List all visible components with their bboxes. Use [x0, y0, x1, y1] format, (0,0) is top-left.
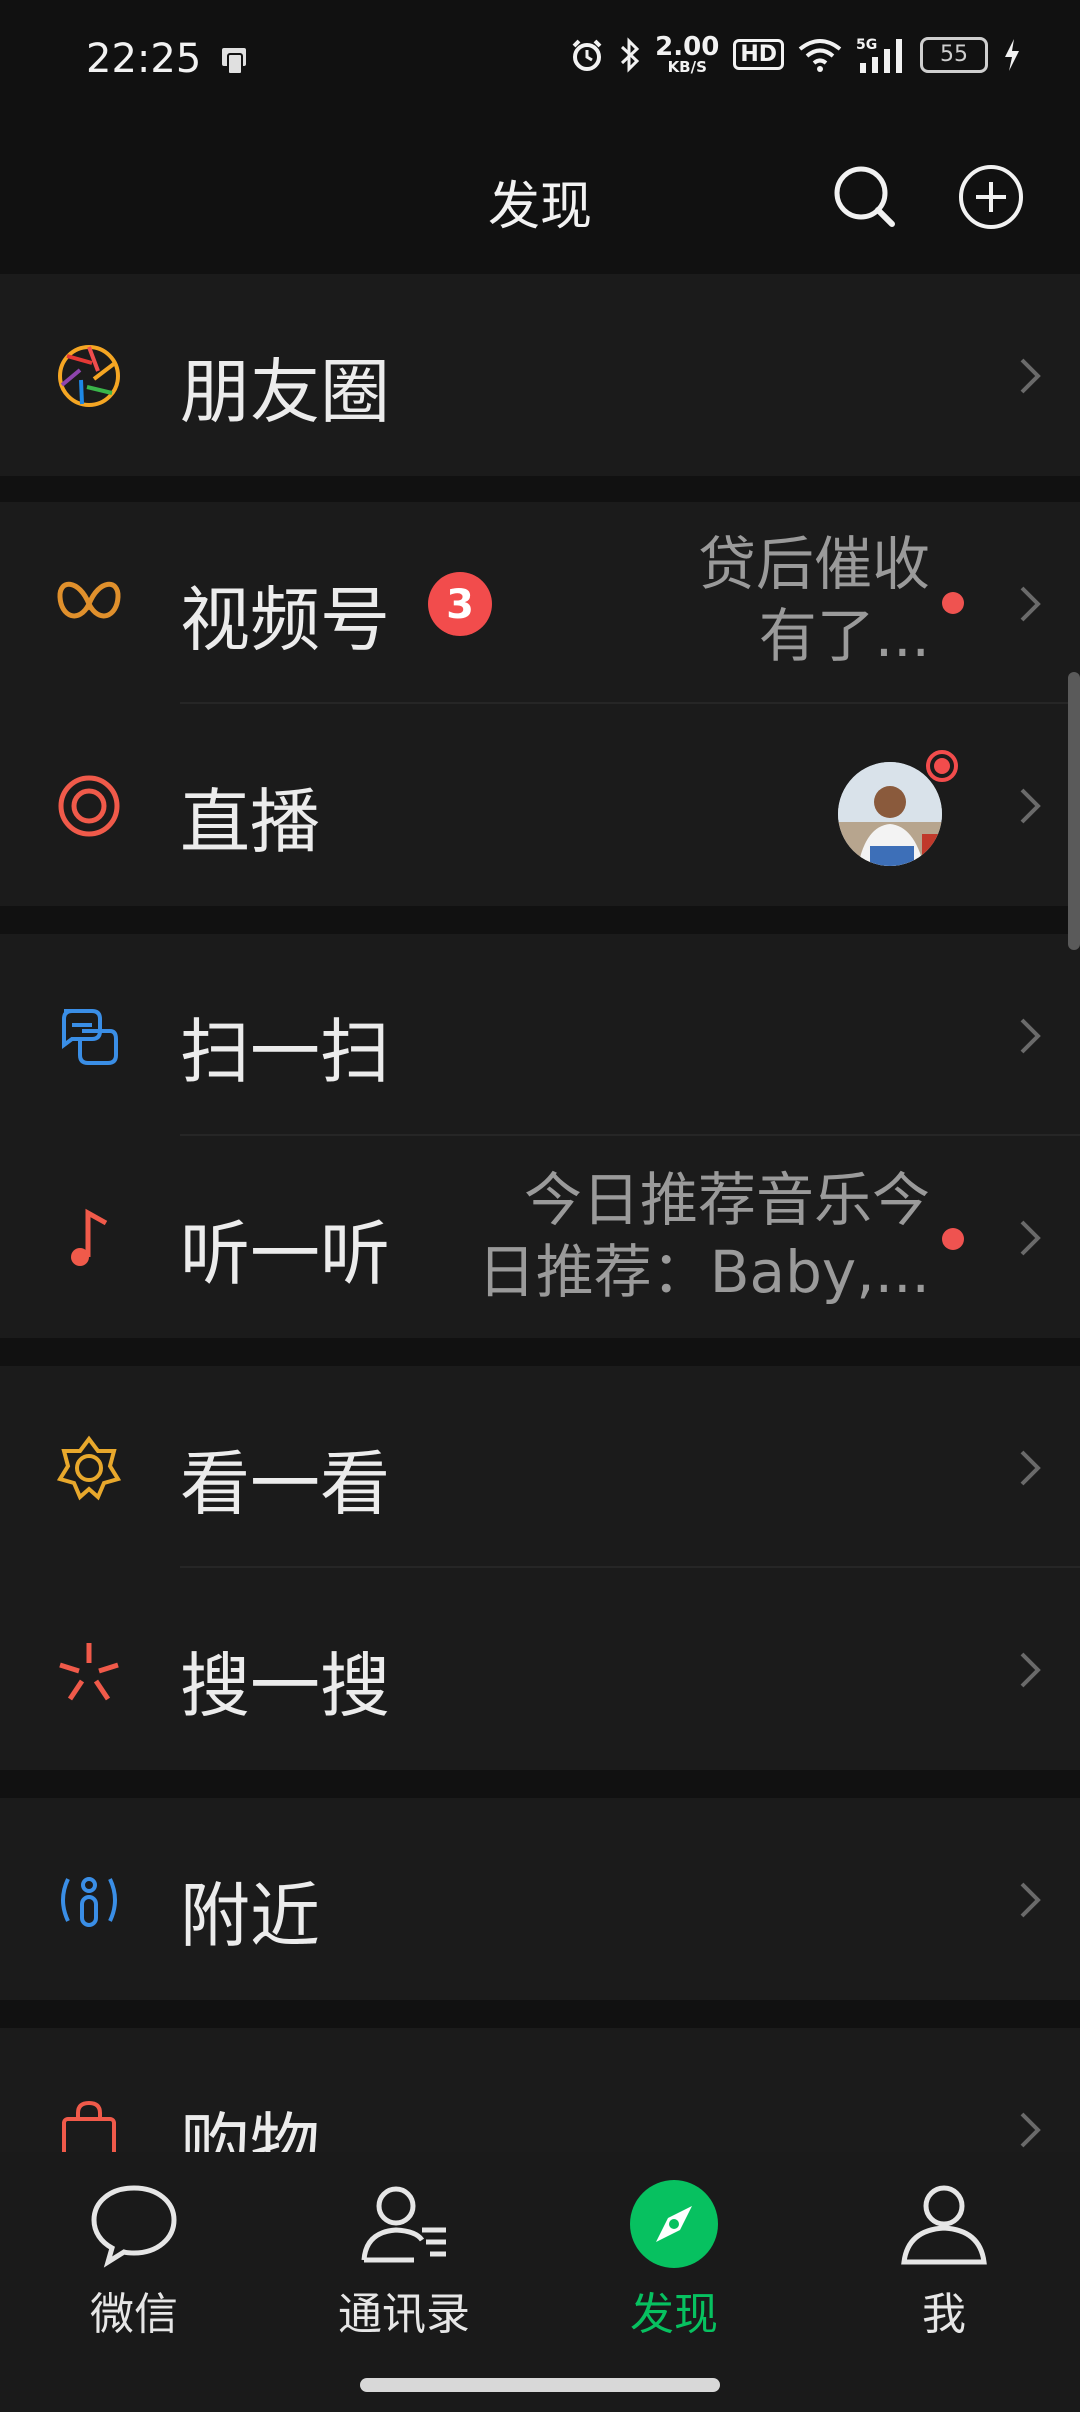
wifi-icon — [798, 38, 842, 72]
chevron-right-icon — [1020, 358, 1041, 394]
home-indicator[interactable] — [360, 2378, 720, 2392]
chevron-right-icon — [1020, 586, 1041, 622]
chevron-right-icon — [1020, 1018, 1041, 1054]
nearby-label: 附近 — [180, 1875, 320, 1957]
listen-row[interactable]: 听一听 今日推荐音乐今 日推荐：Baby,... — [0, 1136, 1080, 1338]
cellular-signal-icon: 5G — [856, 37, 902, 73]
live-icon — [58, 775, 120, 837]
live-row[interactable]: 直播 — [0, 704, 1080, 906]
person-icon — [901, 2185, 987, 2265]
live-streamer-avatar — [838, 749, 959, 866]
channels-red-dot — [942, 592, 964, 614]
live-label: 直播 — [180, 781, 320, 863]
tab-chats-label: 微信 — [90, 2289, 178, 2340]
nearby-row[interactable]: 附近 — [0, 1798, 1080, 2000]
listen-preview-text: 今日推荐音乐今 日推荐：Baby,... — [477, 1166, 930, 1306]
scan-icon — [62, 1009, 118, 1065]
contacts-icon — [361, 2186, 446, 2263]
channels-badge-count: 3 — [446, 582, 474, 628]
chevron-right-icon — [1020, 1652, 1041, 1688]
nearby-person-icon — [61, 1877, 117, 1927]
look-row[interactable]: 看一看 — [0, 1366, 1080, 1568]
channels-label: 视频号 — [180, 579, 390, 661]
look-label: 看一看 — [180, 1443, 390, 1525]
section-nearby: 附近 — [0, 1798, 1080, 2000]
section-discover: 看一看 搜一搜 — [0, 1366, 1080, 1770]
channels-badge: 3 — [428, 572, 492, 636]
bluetooth-icon — [621, 36, 640, 73]
status-time: 22:25 — [86, 36, 202, 82]
top-bar: 发现 — [0, 120, 1080, 274]
compass-icon — [630, 2180, 718, 2268]
scrollbar[interactable] — [1068, 672, 1080, 950]
channels-preview-text: 贷后催收 有了... — [697, 530, 930, 670]
tab-discover[interactable]: 发现 — [574, 2176, 774, 2342]
chevron-right-icon — [1020, 788, 1041, 824]
status-icons: 2.00 KB/S HD 5G 55 — [569, 34, 1022, 75]
search-label: 搜一搜 — [180, 1645, 390, 1727]
section-channels: 视频号 3 贷后催收 有了... 直播 — [0, 502, 1080, 906]
moments-row[interactable]: 朋友圈 — [0, 274, 1080, 476]
channels-row[interactable]: 视频号 3 贷后催收 有了... — [0, 502, 1080, 704]
look-star-icon — [56, 1435, 122, 1501]
listen-red-dot — [942, 1228, 964, 1250]
network-speed: 2.00 KB/S — [655, 32, 720, 76]
scan-row[interactable]: 扫一扫 — [0, 934, 1080, 1136]
moments-label: 朋友圈 — [180, 351, 390, 433]
scan-label: 扫一扫 — [180, 1011, 390, 1093]
tab-me[interactable]: 我 — [844, 2176, 1044, 2342]
section-tools: 扫一扫 听一听 今日推荐音乐今 日推荐：Baby,... — [0, 934, 1080, 1338]
listen-label: 听一听 — [180, 1213, 390, 1295]
search-row[interactable]: 搜一搜 — [0, 1568, 1080, 1770]
chevron-right-icon — [1020, 1882, 1041, 1918]
notification-app-icon — [222, 48, 246, 75]
tab-contacts[interactable]: 通讯录 — [304, 2176, 504, 2342]
page-title: 发现 — [487, 177, 592, 237]
tab-chats[interactable]: 微信 — [34, 2176, 234, 2342]
chevron-right-icon — [1020, 1450, 1041, 1486]
moments-aperture-icon — [58, 345, 120, 407]
search-button[interactable] — [830, 162, 900, 232]
charging-icon — [1005, 38, 1019, 71]
channels-butterfly-icon — [57, 581, 121, 619]
tab-me-label: 我 — [922, 2289, 966, 2340]
network-type-label: 5G — [856, 37, 877, 53]
chevron-right-icon — [1020, 2112, 1041, 2148]
status-bar: 22:25 2.00 KB/S HD 5G 55 — [0, 0, 1080, 120]
search-sparkle-icon — [59, 1643, 119, 1701]
music-note-icon — [71, 1208, 108, 1266]
section-moments: 朋友圈 — [0, 274, 1080, 476]
hd-voice-icon: HD — [733, 39, 784, 70]
alarm-icon — [572, 39, 602, 71]
add-button[interactable] — [956, 162, 1026, 232]
battery-indicator: 55 — [920, 36, 988, 73]
chat-bubble-icon — [91, 2185, 177, 2268]
tab-discover-label: 发现 — [630, 2289, 718, 2340]
bottom-tab-bar: 微信 通讯录 发现 我 — [0, 2152, 1080, 2412]
chevron-right-icon — [1020, 1220, 1041, 1256]
tab-contacts-label: 通讯录 — [338, 2289, 470, 2340]
